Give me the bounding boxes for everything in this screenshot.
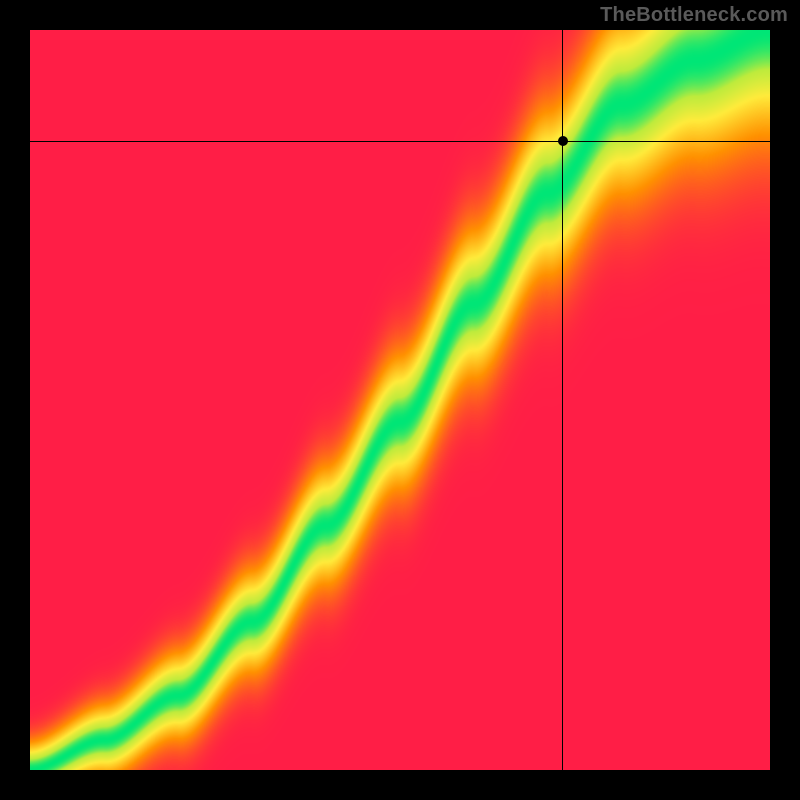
watermark-text: TheBottleneck.com <box>600 4 788 27</box>
crosshair-horizontal <box>30 141 770 142</box>
heatmap-plot <box>30 30 770 770</box>
selection-marker <box>558 136 568 146</box>
chart-frame: TheBottleneck.com <box>0 0 800 800</box>
